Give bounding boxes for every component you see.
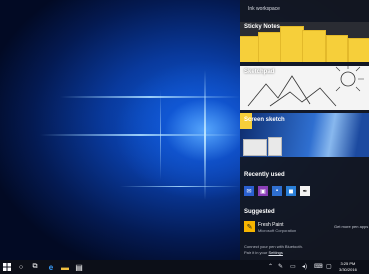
cortana-icon[interactable]: ○ xyxy=(16,262,26,272)
get-more-pen-apps-link[interactable]: Get more pen apps xyxy=(334,224,368,229)
sketchpad-label: Sketchpad xyxy=(244,69,275,75)
windows-icon[interactable] xyxy=(2,262,12,272)
window-thumbnail xyxy=(243,139,267,156)
sticky-note xyxy=(348,38,369,62)
onenote-icon[interactable]: ▪ xyxy=(272,186,282,196)
pair-prefix: Pair it in your xyxy=(244,250,269,255)
sticky-note xyxy=(326,35,348,62)
network-icon[interactable]: ▭ xyxy=(290,263,296,270)
clock[interactable]: 3:25 PM 3/30/2016 xyxy=(339,261,357,273)
window-thumbnail xyxy=(268,137,282,156)
store-icon[interactable]: ▤ xyxy=(74,262,84,272)
suggested-app-publisher: Microsoft Corporation xyxy=(258,228,297,233)
sticky-note xyxy=(258,32,282,62)
recently-used-label: Recently used xyxy=(244,172,285,178)
pair-pen-text: Pair it in your Settings xyxy=(244,250,283,255)
sticky-notes-label: Sticky Notes xyxy=(244,24,281,30)
ink-workspace-panel: Ink workspace Sticky Notes Sketchpad Scr… xyxy=(240,0,369,260)
photos-icon[interactable]: ▣ xyxy=(258,186,268,196)
taskbar: ○ ⧉ e ▬ ▤ ⌃ ✎ ▭ ◂) ⌨ ▢ 3:25 PM 3/30/2016 xyxy=(0,260,369,274)
panel-title: Ink workspace xyxy=(248,6,280,12)
volume-icon[interactable]: ◂) xyxy=(302,263,307,270)
chevron-up-icon[interactable]: ⌃ xyxy=(268,263,273,270)
mail-icon[interactable]: ✉ xyxy=(244,186,254,196)
light-beam xyxy=(120,186,240,187)
keyboard-icon[interactable]: ⌨ xyxy=(314,263,323,270)
recently-used-list: ✉ ▣ ▪ ◼ ✒ xyxy=(244,186,310,196)
suggested-label: Suggested xyxy=(244,209,275,215)
task-view-icon[interactable]: ⧉ xyxy=(30,262,40,272)
light-beam xyxy=(60,96,240,98)
edge-icon[interactable]: e xyxy=(46,262,56,272)
action-center-icon[interactable]: ▢ xyxy=(326,263,332,270)
sticky-note xyxy=(302,30,326,62)
settings-link[interactable]: Settings xyxy=(268,250,282,255)
light-beam xyxy=(204,70,206,200)
light-beam xyxy=(160,90,161,180)
fresh-paint-icon[interactable]: ✎ xyxy=(244,221,255,232)
clock-date: 3/30/2016 xyxy=(339,267,357,272)
screen-sketch-label: Screen sketch xyxy=(244,117,285,123)
connect-pen-text: Connect your pen with Bluetooth. xyxy=(244,244,303,249)
pen-workspace-icon[interactable]: ✎ xyxy=(278,263,283,270)
light-beam xyxy=(40,134,240,136)
file-explorer-icon[interactable]: ▬ xyxy=(60,262,70,272)
sticky-note xyxy=(280,26,304,62)
pen-icon[interactable]: ✒ xyxy=(300,186,310,196)
store-icon[interactable]: ◼ xyxy=(286,186,296,196)
